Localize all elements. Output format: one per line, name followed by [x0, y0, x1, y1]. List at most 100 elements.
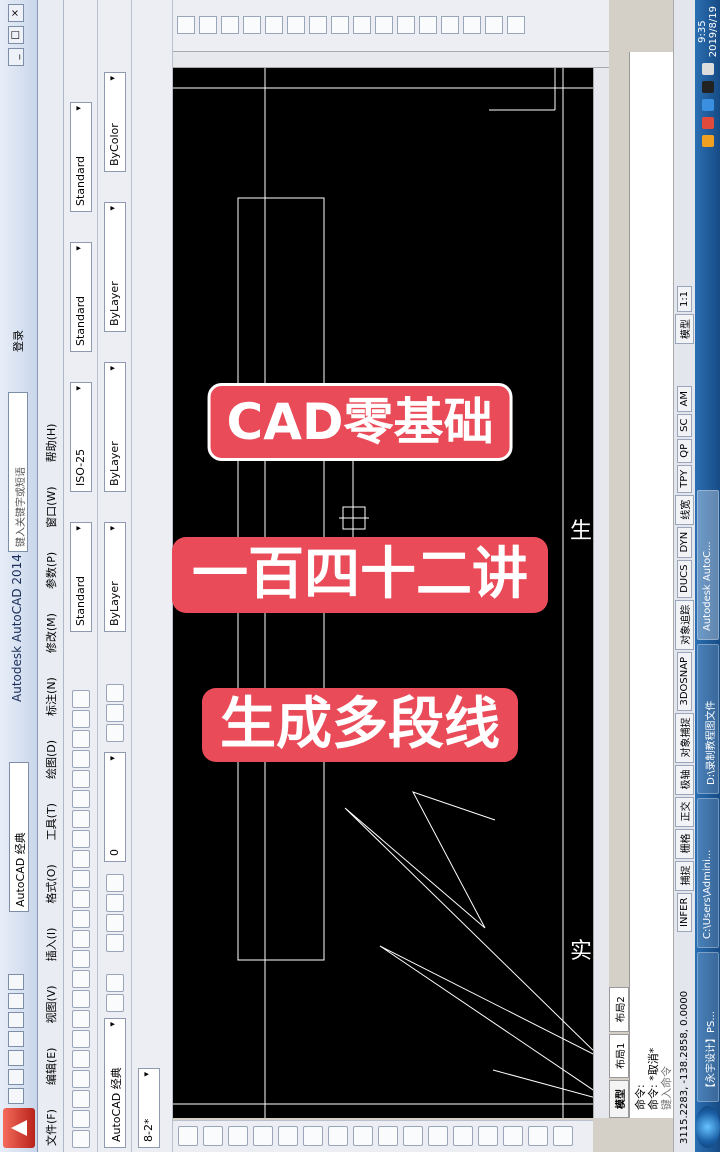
make-block-icon[interactable] — [453, 1126, 473, 1146]
lock-icon[interactable] — [106, 874, 124, 892]
toggle-grid[interactable]: 栅格 — [675, 828, 694, 859]
erase-icon[interactable] — [177, 16, 195, 35]
toggle-ducs[interactable]: DUCS — [677, 559, 692, 598]
print-icon[interactable] — [8, 1012, 24, 1028]
new-icon[interactable] — [8, 1088, 24, 1104]
command-input[interactable]: 键入命令 — [658, 60, 673, 1110]
search-input[interactable]: 键入关键字或短语 — [8, 392, 28, 552]
circle-icon[interactable] — [328, 1126, 348, 1146]
help-icon[interactable] — [72, 690, 90, 708]
taskbar-item-explorer1[interactable]: C:\Users\Admini... — [696, 798, 719, 948]
tray-qq-icon[interactable] — [701, 81, 714, 94]
toggle-otrack[interactable]: 对象追踪 — [675, 599, 694, 650]
revision-cloud-icon[interactable] — [353, 1126, 373, 1146]
menu-window[interactable]: 窗口(W) — [43, 486, 59, 527]
gradient-icon[interactable] — [528, 1126, 548, 1146]
horizontal-scrollbar[interactable] — [593, 68, 609, 1118]
copy-icon[interactable] — [72, 990, 90, 1008]
taskbar-item-ps[interactable]: 【永宇设计】PS... — [696, 952, 719, 1102]
tablestyle-combo[interactable]: Standard — [70, 242, 92, 352]
application-menu-button[interactable] — [3, 1108, 35, 1148]
tray-security-icon[interactable] — [701, 117, 714, 130]
menu-view[interactable]: 视图(V) — [43, 985, 59, 1023]
taskbar-item-autocad[interactable]: Autodesk AutoC... — [696, 490, 719, 640]
zoom-realtime-icon[interactable] — [72, 870, 90, 888]
spline-icon[interactable] — [378, 1126, 398, 1146]
system-clock[interactable]: 9:35 2019/8/19 — [697, 6, 719, 57]
mirror-icon[interactable] — [221, 16, 239, 35]
tray-network-icon[interactable] — [701, 99, 714, 112]
save-icon[interactable] — [72, 1090, 90, 1108]
properties-icon[interactable] — [72, 810, 90, 828]
login-link[interactable]: 登录 — [10, 330, 26, 352]
zigzag-polyline-1[interactable] — [344, 791, 593, 1103]
toggle-am[interactable]: AM — [677, 386, 692, 412]
tray-volume-icon[interactable] — [701, 63, 714, 76]
polyline-icon[interactable] — [228, 1126, 248, 1146]
publish-icon[interactable] — [72, 1030, 90, 1048]
toggle-osnap[interactable]: 对象捕捉 — [675, 712, 694, 763]
menu-format[interactable]: 格式(O) — [43, 864, 59, 903]
plotstyle-combo[interactable]: ByColor — [104, 72, 126, 172]
vertical-scrollbar[interactable] — [173, 52, 609, 68]
minimize-icon[interactable]: _ — [8, 48, 24, 66]
workspace-selector[interactable]: AutoCAD 经典 — [9, 762, 29, 912]
construction-line-icon[interactable] — [203, 1126, 223, 1146]
start-button[interactable] — [695, 1106, 720, 1148]
array-icon[interactable] — [265, 16, 283, 35]
open-icon[interactable] — [8, 1069, 24, 1085]
scale-icon[interactable] — [331, 16, 349, 35]
design-center-icon[interactable] — [72, 790, 90, 808]
layer-walk-icon[interactable] — [106, 684, 124, 702]
sheet-set-icon[interactable] — [72, 750, 90, 768]
undo-icon[interactable] — [72, 930, 90, 948]
linetype-combo[interactable]: ByLayer — [104, 362, 126, 492]
trim-icon[interactable] — [375, 16, 393, 35]
toggle-tpy[interactable]: TPY — [677, 464, 692, 493]
tab-model[interactable]: 模型 — [609, 1080, 629, 1118]
toggle-ortho[interactable]: 正交 — [675, 796, 694, 827]
menu-insert[interactable]: 插入(I) — [43, 928, 59, 962]
print-icon[interactable] — [72, 1070, 90, 1088]
bulb-icon[interactable] — [106, 914, 124, 932]
toggle-qp[interactable]: QP — [677, 438, 692, 463]
offset-icon[interactable] — [243, 16, 261, 35]
annotation-scale[interactable]: 1:1 — [677, 285, 692, 313]
saveas-icon[interactable] — [8, 1031, 24, 1047]
menu-parametric[interactable]: 参数(P) — [43, 552, 59, 589]
dimstyle-combo[interactable]: ISO-25 — [70, 382, 92, 492]
new-icon[interactable] — [72, 1130, 90, 1148]
toggle-snap[interactable]: 捕捉 — [675, 860, 694, 891]
close-icon[interactable]: × — [8, 4, 24, 22]
menu-tools[interactable]: 工具(T) — [43, 803, 59, 840]
undo-icon[interactable] — [8, 993, 24, 1009]
tool-palettes-icon[interactable] — [72, 770, 90, 788]
menu-help[interactable]: 帮助(H) — [43, 424, 59, 463]
textstyle-combo[interactable]: Standard — [70, 522, 92, 632]
tab-layout2[interactable]: 布局2 — [609, 987, 629, 1032]
cut-icon[interactable] — [72, 1010, 90, 1028]
rectangle-icon[interactable] — [278, 1126, 298, 1146]
stretch-icon[interactable] — [353, 16, 371, 35]
gear-icon[interactable] — [106, 994, 124, 1012]
line-icon[interactable] — [178, 1126, 198, 1146]
menu-edit[interactable]: 编辑(E) — [43, 1048, 59, 1086]
move-icon[interactable] — [287, 16, 305, 35]
menu-file[interactable]: 文件(F) — [43, 1109, 59, 1146]
tray-app-icon[interactable] — [701, 135, 714, 148]
arc-icon[interactable] — [303, 1126, 323, 1146]
menu-dimension[interactable]: 标注(N) — [43, 677, 59, 716]
maximize-icon[interactable]: □ — [8, 26, 24, 44]
color-combo[interactable]: ByLayer — [104, 522, 126, 632]
toggle-dyn[interactable]: DYN — [677, 526, 692, 558]
hatch-icon[interactable] — [503, 1126, 523, 1146]
insert-block-icon[interactable] — [428, 1126, 448, 1146]
pan-icon[interactable] — [72, 890, 90, 908]
redo-icon[interactable] — [8, 974, 24, 990]
zoom-window-icon[interactable] — [72, 850, 90, 868]
zoom-previous-icon[interactable] — [72, 830, 90, 848]
make-current-icon[interactable] — [106, 724, 124, 742]
open-icon[interactable] — [72, 1110, 90, 1128]
layer-state-combo[interactable]: 0 — [104, 752, 126, 862]
lineweight-combo[interactable]: ByLayer — [104, 202, 126, 332]
